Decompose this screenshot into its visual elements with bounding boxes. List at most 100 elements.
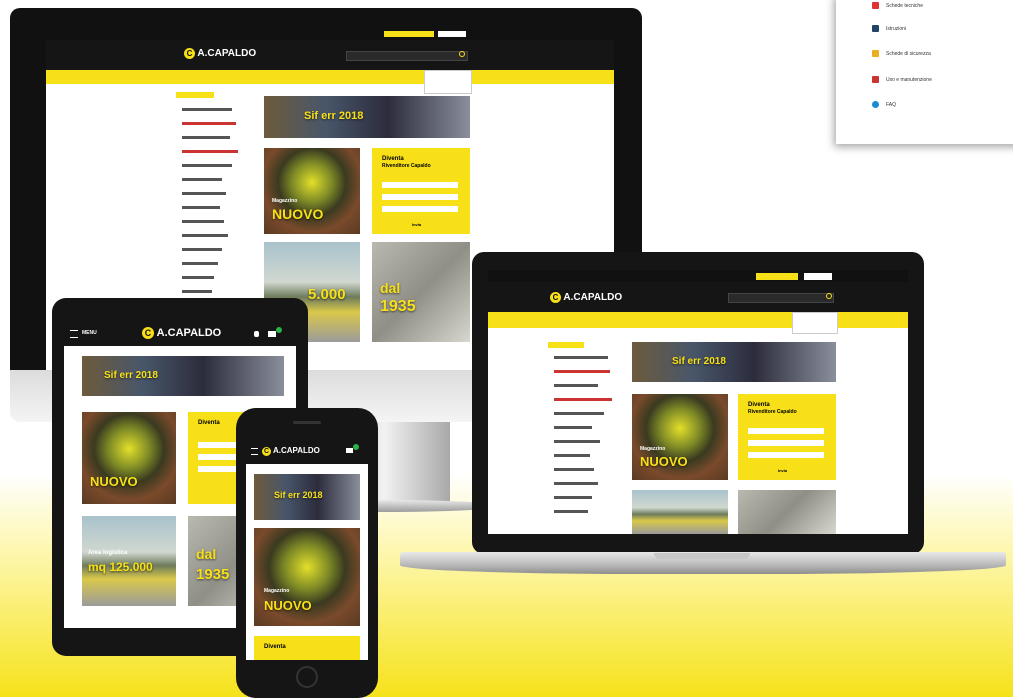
doc-item-schede-sicurezza[interactable]: Schede di sicurezza [872, 50, 931, 57]
topbar-yellow-button[interactable] [384, 31, 434, 37]
sidebar-item[interactable] [554, 454, 590, 457]
sidebar-item[interactable] [182, 150, 238, 153]
sidebar-item[interactable] [182, 206, 220, 209]
cart-box[interactable] [792, 312, 838, 334]
sidebar-item[interactable] [554, 370, 610, 373]
banner-text: Sif err 2018 [104, 370, 158, 381]
promo-line1: Diventa [748, 402, 770, 408]
laptop-tile-area[interactable] [632, 490, 728, 534]
promo-button[interactable]: Invia [412, 222, 421, 227]
cart-badge [276, 327, 282, 333]
logo-mark: C [142, 327, 154, 339]
laptop-tile-nuovo[interactable]: Magazzino NUOVO [632, 394, 728, 480]
tile-area-value: mq 125.000 [88, 560, 153, 574]
sidebar-item[interactable] [182, 164, 232, 167]
tablet-header: MENU C A.CAPALDO [64, 322, 296, 346]
promo-field[interactable] [382, 194, 458, 200]
sidebar-item[interactable] [182, 192, 226, 195]
tablet-logo[interactable]: C A.CAPALDO [142, 327, 221, 339]
phone-logo[interactable]: C A.CAPALDO [262, 446, 320, 456]
pdf-icon [872, 2, 879, 9]
doc-item-uso-manutenzione[interactable]: Uso e manutenzione [872, 76, 932, 83]
tile-area-value: 5.000 [308, 286, 346, 303]
tile-nuovo-small: Magazzino [640, 446, 666, 452]
sidebar-item[interactable] [554, 510, 588, 513]
safety-sheet-icon [872, 50, 879, 57]
hamburger-icon[interactable] [70, 330, 78, 338]
tile-nuovo[interactable]: Magazzino NUOVO [264, 148, 360, 234]
doc-item-faq[interactable]: FAQ [872, 101, 896, 108]
tile-dal-word: dal [196, 546, 217, 562]
topbar-white-button[interactable] [804, 273, 832, 280]
phone-tile-nuovo[interactable]: Magazzino NUOVO [254, 528, 360, 626]
sidebar-item[interactable] [554, 496, 592, 499]
doc-item-schede-tecniche[interactable]: Schede tecniche [872, 2, 923, 9]
sidebar-item[interactable] [182, 136, 230, 139]
phone-header: C A.CAPALDO [246, 438, 368, 464]
laptop-screen: C A.CAPALDO Sif err 2018 Magazzino NUOVO… [488, 270, 908, 534]
sidebar-item[interactable] [554, 426, 592, 429]
search-input[interactable] [346, 51, 468, 61]
tablet-tile-nuovo[interactable]: NUOVO [82, 412, 176, 504]
sidebar-item[interactable] [554, 482, 598, 485]
doc-item-label: Schede tecniche [886, 2, 923, 9]
laptop-promo: Diventa Rivenditore Capaldo Invia [738, 394, 836, 480]
laptop-tile-dal[interactable] [738, 490, 836, 534]
sidebar-item[interactable] [554, 468, 594, 471]
event-banner[interactable]: Sif err 2018 [264, 96, 470, 138]
sidebar-item[interactable] [182, 262, 218, 265]
sidebar-title [176, 92, 214, 98]
sidebar-item[interactable] [182, 248, 222, 251]
phone-event-banner[interactable]: Sif err 2018 [254, 474, 360, 520]
tablet-tile-area[interactable]: Area logistica mq 125.000 [82, 516, 176, 606]
search-input[interactable] [728, 293, 834, 303]
promo-dealer: Diventa Rivenditore Capaldo Invia [372, 148, 470, 234]
laptop-event-banner[interactable]: Sif err 2018 [632, 342, 836, 382]
user-icon[interactable] [254, 331, 259, 337]
cart-icon[interactable] [268, 331, 276, 337]
sidebar-item[interactable] [182, 178, 222, 181]
sidebar-item[interactable] [182, 234, 228, 237]
sidebar-item[interactable] [554, 412, 604, 415]
cart-icon[interactable] [346, 448, 353, 453]
search-icon[interactable] [459, 51, 465, 57]
doc-item-istruzioni[interactable]: Istruzioni [872, 25, 906, 32]
desktop-topbar [46, 28, 614, 40]
topbar-yellow-button[interactable] [756, 273, 798, 280]
cart-box[interactable] [424, 70, 472, 94]
promo-field[interactable] [382, 206, 458, 212]
laptop-topbar [488, 270, 908, 282]
hamburger-icon[interactable] [251, 448, 258, 455]
sidebar-item[interactable] [554, 440, 600, 443]
sidebar-item[interactable] [554, 384, 598, 387]
phone-home-button[interactable] [296, 666, 318, 688]
cart-badge [353, 444, 359, 450]
search-icon[interactable] [826, 293, 832, 299]
desktop-nav [46, 70, 614, 94]
logo[interactable]: C A.CAPALDO [184, 48, 256, 59]
sidebar-item[interactable] [182, 108, 232, 111]
phone-speaker [293, 421, 321, 424]
sidebar-item[interactable] [554, 356, 608, 359]
promo-field[interactable] [382, 182, 458, 188]
logo-text: A.CAPALDO [156, 327, 222, 339]
tablet-menu-label[interactable]: MENU [82, 330, 97, 336]
sidebar-item[interactable] [182, 276, 214, 279]
tablet-event-banner[interactable]: Sif err 2018 [82, 356, 284, 396]
promo-field[interactable] [748, 452, 824, 458]
tile-nuovo-big: NUOVO [264, 598, 312, 613]
promo-field[interactable] [748, 440, 824, 446]
sidebar-item[interactable] [182, 122, 236, 125]
laptop-header: C A.CAPALDO [488, 282, 908, 312]
sidebar-item[interactable] [554, 398, 612, 401]
promo-button[interactable]: Invia [778, 468, 787, 473]
sidebar-item[interactable] [182, 220, 224, 223]
topbar-white-button[interactable] [438, 31, 466, 37]
logo-mark: C [550, 292, 561, 303]
logo-mark: C [184, 48, 195, 59]
doc-item-label: FAQ [886, 101, 897, 108]
logo[interactable]: C A.CAPALDO [550, 292, 622, 303]
sidebar-item[interactable] [182, 290, 212, 293]
tile-dal[interactable]: dal 1935 [372, 242, 470, 342]
promo-field[interactable] [748, 428, 824, 434]
